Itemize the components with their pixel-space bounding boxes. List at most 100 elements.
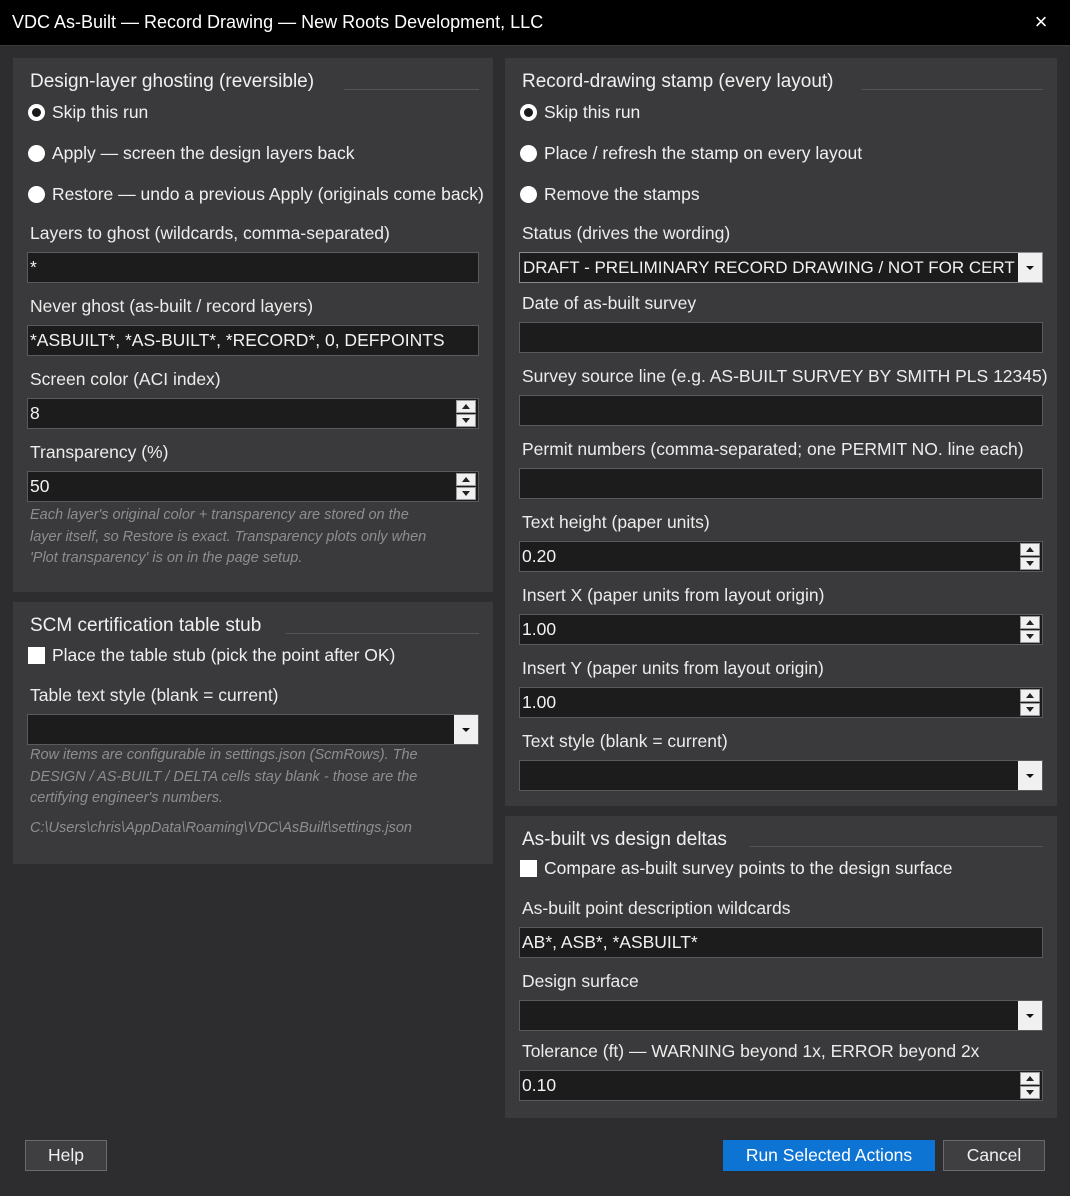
design-surface-select[interactable] (519, 1000, 1043, 1031)
insert-y-spinner (1018, 688, 1042, 717)
scm-note-line: DESIGN / AS-BUILT / DELTA cells stay bla… (30, 768, 418, 785)
never-ghost-label: Never ghost (as-built / record layers) (30, 296, 314, 316)
text-height-spinner (1018, 542, 1042, 571)
table-text-style-label: Table text style (blank = current) (30, 685, 279, 705)
chevron-down-icon[interactable] (1018, 253, 1042, 282)
cancel-button[interactable]: Cancel (943, 1140, 1045, 1171)
spin-up-icon[interactable] (1020, 1072, 1040, 1085)
ghosting-option-restore[interactable]: Restore — undo a previous Apply (origina… (28, 184, 484, 205)
title-bar: VDC As-Built — Record Drawing — New Root… (0, 0, 1070, 46)
spin-down-icon[interactable] (1020, 1086, 1040, 1099)
radio-icon (28, 145, 45, 162)
insert-y-label: Insert Y (paper units from layout origin… (522, 658, 824, 678)
never-ghost-input[interactable]: *ASBUILT*, *AS-BUILT*, *RECORD*, 0, DEFP… (27, 325, 479, 356)
scm-note: Row items are configurable in settings.j… (30, 745, 418, 810)
stamp-option-skip-label: Skip this run (544, 102, 641, 122)
tolerance-value: 0.10 (522, 1075, 557, 1095)
permit-numbers-label: Permit numbers (comma-separated; one PER… (522, 439, 1024, 459)
survey-date-label: Date of as-built survey (522, 293, 697, 313)
insert-x-spinner (1018, 615, 1042, 644)
checkbox-icon (520, 860, 537, 877)
layers-to-ghost-input[interactable]: * (27, 252, 479, 283)
stamp-text-style-select[interactable] (519, 760, 1043, 791)
radio-selected-icon (28, 104, 45, 121)
run-selected-actions-button[interactable]: Run Selected Actions (723, 1140, 935, 1171)
ghosting-title: Design-layer ghosting (reversible) (30, 71, 315, 92)
ghosting-note-line: layer itself, so Restore is exact. Trans… (30, 528, 427, 545)
text-height-stepper[interactable]: 0.20 (519, 541, 1043, 572)
ghosting-option-apply[interactable]: Apply — screen the design layers back (28, 143, 355, 164)
stamp-option-remove[interactable]: Remove the stamps (520, 184, 700, 205)
transparency-label: Transparency (%) (30, 442, 169, 462)
place-table-stub-label: Place the table stub (pick the point aft… (52, 645, 396, 665)
tolerance-label: Tolerance (ft) — WARNING beyond 1x, ERRO… (522, 1041, 980, 1061)
insert-x-value: 1.00 (522, 619, 557, 639)
layers-to-ghost-label: Layers to ghost (wildcards, comma-separa… (30, 223, 390, 243)
radio-selected-icon (520, 104, 537, 121)
ghosting-option-apply-label: Apply — screen the design layers back (52, 143, 355, 163)
ghosting-note-line: 'Plot transparency' is on in the page se… (30, 550, 303, 566)
deltas-title-divider (750, 846, 1043, 847)
deltas-title: As-built vs design deltas (522, 829, 727, 850)
design-surface-label: Design surface (522, 971, 639, 991)
spin-up-icon[interactable] (456, 400, 476, 413)
transparency-stepper[interactable]: 50 (27, 471, 479, 502)
close-icon[interactable]: × (1030, 10, 1052, 34)
radio-icon (520, 145, 537, 162)
ghosting-title-divider (344, 89, 479, 90)
tolerance-stepper[interactable]: 0.10 (519, 1070, 1043, 1101)
spin-down-icon[interactable] (456, 487, 476, 500)
settings-path: C:\Users\chris\AppData\Roaming\VDC\AsBui… (30, 820, 412, 836)
transparency-value: 50 (30, 476, 50, 496)
insert-x-stepper[interactable]: 1.00 (519, 614, 1043, 645)
spin-down-icon[interactable] (1020, 557, 1040, 570)
scm-note-line: Row items are configurable in settings.j… (30, 747, 418, 763)
tolerance-spinner (1018, 1071, 1042, 1100)
chevron-down-icon[interactable] (1018, 1001, 1042, 1030)
insert-x-label: Insert X (paper units from layout origin… (522, 585, 825, 605)
chevron-down-icon[interactable] (454, 715, 478, 744)
spin-up-icon[interactable] (1020, 689, 1040, 702)
screen-color-stepper[interactable]: 8 (27, 398, 479, 429)
stamp-title-divider (862, 89, 1043, 90)
spin-up-icon[interactable] (1020, 543, 1040, 556)
scm-note-line: certifying engineer's numbers. (30, 790, 223, 806)
screen-color-label: Screen color (ACI index) (30, 369, 221, 389)
checkbox-icon (28, 647, 45, 664)
point-wildcards-input[interactable]: AB*, ASB*, *ASBUILT* (519, 927, 1043, 958)
compare-points-label: Compare as-built survey points to the de… (544, 858, 953, 878)
insert-y-stepper[interactable]: 1.00 (519, 687, 1043, 718)
insert-y-value: 1.00 (522, 692, 557, 712)
help-button[interactable]: Help (25, 1140, 107, 1171)
spin-down-icon[interactable] (1020, 703, 1040, 716)
stamp-option-place-label: Place / refresh the stamp on every layou… (544, 143, 863, 163)
chevron-down-icon[interactable] (1018, 761, 1042, 790)
spin-down-icon[interactable] (456, 414, 476, 427)
spin-up-icon[interactable] (1020, 616, 1040, 629)
survey-date-input[interactable] (519, 322, 1043, 353)
place-table-stub-checkbox[interactable]: Place the table stub (pick the point aft… (28, 645, 395, 666)
radio-icon (520, 186, 537, 203)
stamp-option-remove-label: Remove the stamps (544, 184, 700, 204)
spin-up-icon[interactable] (456, 473, 476, 486)
stamp-option-place[interactable]: Place / refresh the stamp on every layou… (520, 143, 862, 164)
compare-points-checkbox[interactable]: Compare as-built survey points to the de… (520, 858, 953, 879)
stamp-title: Record-drawing stamp (every layout) (522, 71, 834, 92)
ghosting-option-skip[interactable]: Skip this run (28, 102, 148, 123)
ghosting-option-skip-label: Skip this run (52, 102, 149, 122)
spin-down-icon[interactable] (1020, 630, 1040, 643)
ghosting-note: Each layer's original color + transparen… (30, 505, 426, 570)
scm-title: SCM certification table stub (30, 615, 262, 636)
stamp-option-skip[interactable]: Skip this run (520, 102, 640, 123)
screen-color-spinner (454, 399, 478, 428)
survey-source-input[interactable] (519, 395, 1043, 426)
permit-numbers-input[interactable] (519, 468, 1043, 499)
table-text-style-select[interactable] (27, 714, 479, 745)
status-select[interactable]: DRAFT - PRELIMINARY RECORD DRAWING / NOT… (519, 252, 1043, 283)
screen-color-value: 8 (30, 403, 40, 423)
transparency-spinner (454, 472, 478, 501)
status-label: Status (drives the wording) (522, 223, 731, 243)
window-title: VDC As-Built — Record Drawing — New Root… (12, 12, 544, 32)
stamp-text-style-label: Text style (blank = current) (522, 731, 728, 751)
text-height-label: Text height (paper units) (522, 512, 710, 532)
